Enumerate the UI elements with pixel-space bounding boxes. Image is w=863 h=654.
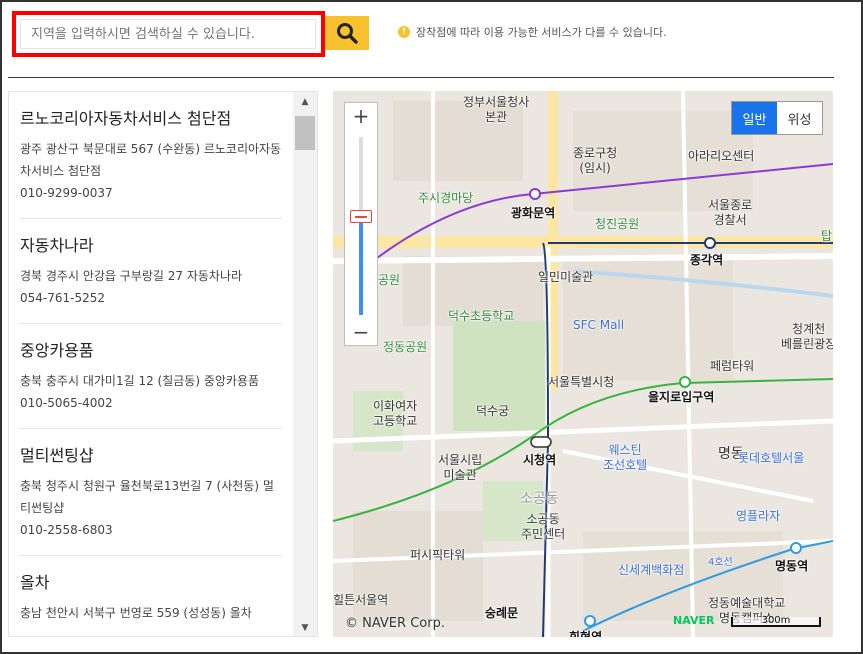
divider — [8, 77, 834, 78]
map-label: SFC Mall — [573, 318, 625, 332]
shop-address: 충북 청주시 청원구 율천북로13번길 7 (사천동) 멀티썬팅샵 — [20, 479, 274, 515]
search-input[interactable] — [20, 19, 316, 49]
list-item[interactable]: 멀티썬팅샵 충북 청주시 청원구 율천북로13번길 7 (사천동) 멀티썬팅샵 … — [20, 429, 282, 556]
map-label: 서울시립 미술관 — [438, 453, 483, 482]
shop-phone: 010-9299-0037 — [20, 186, 113, 200]
zoom-control: + − — [344, 102, 378, 346]
map-label: 덕수초등학교 — [448, 309, 515, 323]
map-label: 소공동 — [520, 491, 559, 507]
shop-address: 광주 광산구 북문대로 567 (수완동) 르노코리아자동차서비스 첨단점 — [20, 142, 282, 178]
shop-name: 르노코리아자동차서비스 첨단점 — [20, 109, 232, 128]
map-label: 숭례문 — [485, 606, 519, 620]
service-notice: ! 장착점에 따라 이용 가능한 서비스가 다를 수 있습니다. — [398, 24, 667, 40]
zoom-in-button[interactable]: + — [345, 103, 377, 129]
map-label: 청계천 베를린광장 — [781, 322, 833, 351]
map-label: 서울특별시청 — [548, 375, 615, 389]
map-label: 탑 — [821, 229, 833, 243]
shop-name: 멀티썬팅샵 — [20, 446, 94, 465]
map-label: 웨스틴 조선호텔 — [603, 443, 648, 472]
map-label: 종로구청 (임시) — [573, 146, 618, 175]
map-scale: 300m — [731, 616, 821, 627]
map-label: 4호선 — [708, 557, 733, 568]
map-label: 정동공원 — [383, 340, 428, 354]
map-label: 정부서울청사 본관 — [463, 95, 530, 124]
map-label: 청진공원 — [595, 217, 640, 231]
map-label: 일민미술관 — [538, 270, 594, 284]
map-label: 페럼타워 — [710, 359, 755, 373]
station-label: 명동역 — [775, 559, 809, 573]
search-highlight-box — [12, 11, 325, 57]
map-type-toggle: 일반 위성 — [731, 101, 823, 135]
map[interactable]: 정부서울청사 본관 종로구청 (임시) 아라리오센터 주시경마당 광화문역 청진공원… — [333, 91, 833, 637]
map-label: 주시경마당 — [418, 191, 474, 205]
scroll-down-arrow-icon[interactable]: ▼ — [293, 620, 317, 636]
scroll-thumb[interactable] — [295, 116, 315, 150]
map-label: 이화여자 고등학교 — [373, 399, 418, 428]
list-item[interactable]: 자동차나라 경북 경주시 안강읍 구부랑길 27 자동차나라 054-761-5… — [20, 219, 282, 324]
shop-name: 자동차나라 — [20, 236, 94, 255]
station-label: 을지로입구역 — [648, 390, 715, 404]
shop-phone: 054-761-5252 — [20, 291, 106, 305]
zoom-handle[interactable] — [350, 210, 372, 223]
map-type-satellite-button[interactable]: 위성 — [777, 102, 822, 134]
shop-list: 르노코리아자동차서비스 첨단점 광주 광산구 북문대로 567 (수완동) 르노… — [9, 92, 294, 636]
naver-logo[interactable]: NAVER — [673, 614, 714, 627]
list-item[interactable]: 올차 충남 천안시 서북구 번영로 559 (성성동) 올차 — [20, 556, 282, 636]
info-icon: ! — [398, 26, 410, 38]
scroll-up-arrow-icon[interactable]: ▲ — [293, 94, 317, 110]
map-label: 힐튼서울역 — [333, 593, 389, 607]
map-label: 서울종로 경찰서 — [708, 198, 753, 227]
notice-text: 장착점에 따라 이용 가능한 서비스가 다를 수 있습니다. — [416, 26, 667, 39]
list-item[interactable]: 르노코리아자동차서비스 첨단점 광주 광산구 북문대로 567 (수완동) 르노… — [20, 92, 282, 219]
map-label: 영플라자 — [736, 509, 781, 523]
shop-list-panel[interactable]: 르노코리아자동차서비스 첨단점 광주 광산구 북문대로 567 (수완동) 르노… — [8, 91, 318, 637]
map-label: 신세계백화점 — [618, 563, 685, 577]
list-item[interactable]: 중앙카용품 충북 충주시 대가미1길 12 (칠금동) 중앙카용품 010-50… — [20, 324, 282, 429]
search-icon — [337, 23, 358, 44]
zoom-out-button[interactable]: − — [345, 319, 377, 345]
list-scrollbar[interactable]: ▲ ▼ — [293, 92, 317, 636]
shop-address: 충북 충주시 대가미1길 12 (칠금동) 중앙카용품 — [20, 374, 260, 388]
map-label: 퍼시픽타워 — [410, 548, 466, 562]
shop-phone: 010-2558-6803 — [20, 523, 113, 537]
station-label: 광화문역 — [511, 206, 556, 220]
search-button[interactable] — [325, 16, 369, 50]
shop-address: 경북 경주시 안강읍 구부랑길 27 자동차나라 — [20, 269, 243, 283]
map-label: 덕수궁 — [476, 404, 510, 418]
map-label: 공원 — [378, 273, 401, 287]
shop-phone: 010-5065-4002 — [20, 396, 113, 410]
station-label: 회현역 — [569, 630, 603, 637]
zoom-level-fill — [359, 213, 363, 315]
shop-name: 올차 — [20, 573, 50, 592]
shop-name: 중앙카용품 — [20, 341, 94, 360]
station-label: 종각역 — [690, 253, 724, 267]
map-label: 롯데호텔서울 — [738, 451, 805, 465]
shop-address: 충남 천안시 서북구 번영로 559 (성성동) 올차 — [20, 606, 252, 620]
map-type-normal-button[interactable]: 일반 — [732, 102, 777, 134]
map-label: 아라리오센터 — [688, 149, 755, 163]
map-copyright: © NAVER Corp. — [345, 616, 445, 631]
map-label: 소공동 주민센터 — [521, 512, 566, 541]
station-label: 시청역 — [523, 453, 557, 467]
